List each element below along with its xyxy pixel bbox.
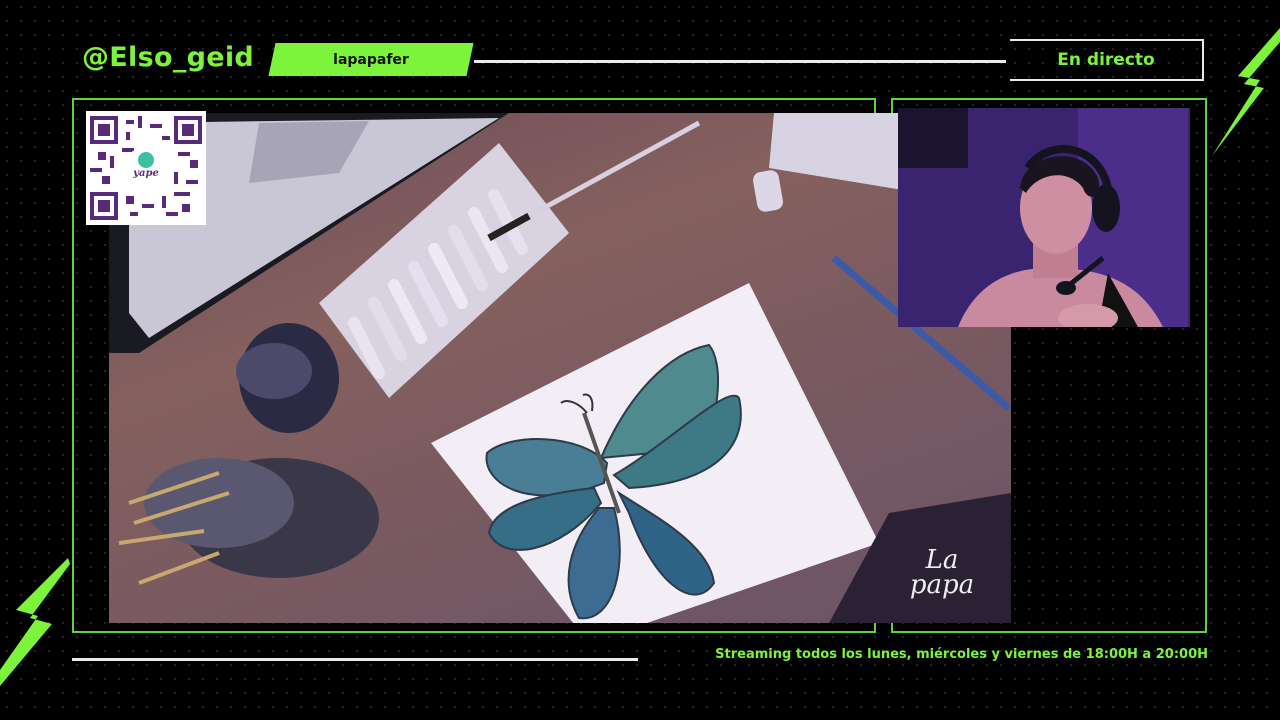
stream-schedule: Streaming todos los lunes, miércoles y v…	[715, 647, 1208, 662]
live-badge: En directo	[1010, 39, 1204, 81]
signature-watermark: La papa	[902, 547, 982, 600]
header-divider	[474, 60, 1006, 63]
desk-camera-view	[109, 113, 1011, 623]
signature-line-2: papa	[909, 570, 975, 600]
streamer-webcam-drawing	[898, 108, 1190, 327]
webcam-view	[898, 108, 1190, 327]
username-tag: lapapafer	[333, 51, 409, 68]
streamer-handle: @Elso_geid	[82, 42, 255, 73]
desk-scene-drawing	[109, 113, 1011, 623]
footer-divider	[72, 658, 638, 661]
lightning-bolt-bottom-left-icon	[0, 558, 70, 686]
qr-brand-label: yape	[128, 168, 164, 179]
lightning-bolt-top-right-icon	[1212, 28, 1280, 156]
